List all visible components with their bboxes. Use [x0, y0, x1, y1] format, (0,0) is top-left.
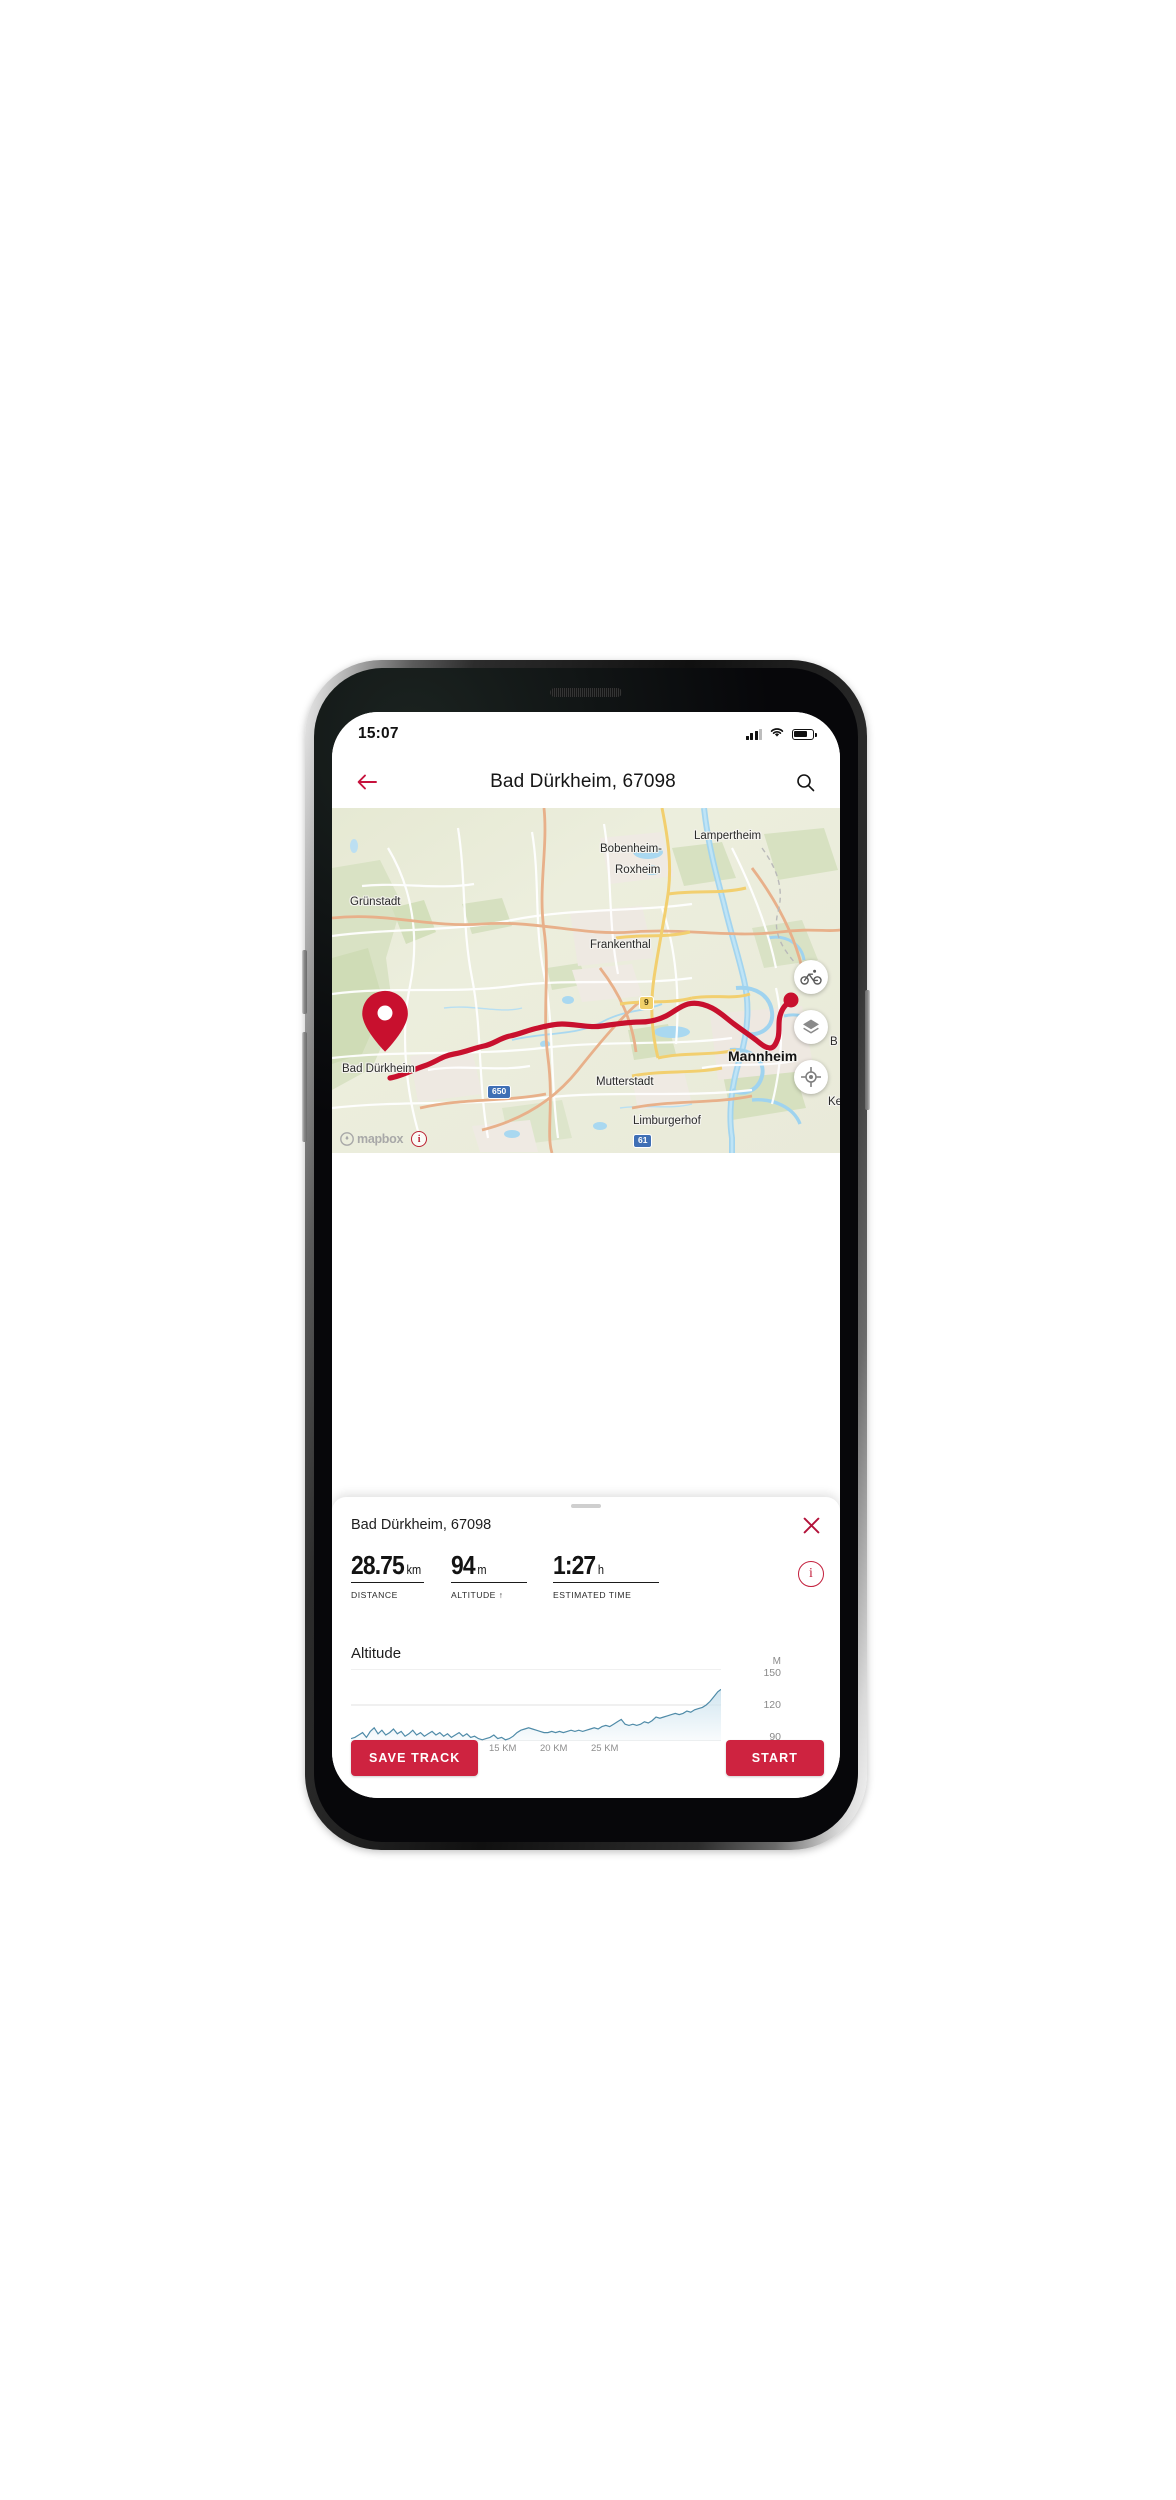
altitude-profile-svg: [351, 1669, 721, 1741]
stat-distance-value: 28.75 km: [351, 1550, 439, 1580]
altitude-area-fill: [351, 1689, 721, 1741]
stat-rule: [351, 1582, 424, 1584]
bicycle-icon: [800, 969, 822, 985]
stat-unit-text: h: [597, 1563, 605, 1577]
signal-bars-icon: [745, 728, 762, 740]
stat-time-label: ESTIMATED TIME: [553, 1590, 632, 1601]
stat-unit-text: m: [477, 1563, 487, 1577]
altitude-chart-title: Altitude: [351, 1645, 402, 1662]
stat-value-text: 1:27: [553, 1550, 596, 1580]
stat-rule: [451, 1582, 527, 1584]
mapbox-wordmark: mapbox: [357, 1132, 404, 1146]
save-track-button[interactable]: SAVE TRACK: [351, 1740, 479, 1776]
stat-value-text: 28.75: [351, 1550, 405, 1580]
crosshair-icon: [801, 1067, 821, 1087]
status-bar: 15:07: [332, 712, 840, 756]
info-button[interactable]: i: [798, 1561, 824, 1587]
map-attribution: mapbox i: [340, 1131, 428, 1147]
stat-distance: 28.75 km DISTANCE: [351, 1550, 451, 1601]
search-button[interactable]: [788, 765, 822, 799]
altitude-y-axis: M 150 120 90: [727, 1656, 785, 1747]
stat-unit-text: km: [406, 1563, 422, 1577]
volume-down-button[interactable]: [302, 1032, 307, 1142]
battery-icon: [792, 728, 817, 740]
earpiece-speaker-icon: [550, 688, 622, 697]
stat-rule: [553, 1582, 659, 1584]
phone-bezel: 15:07 Bad Dürkheim, 67098 Lampertheim Bo…: [314, 668, 858, 1842]
route-stats: 28.75km DISTANCE 94m ALTITUDE ↑ 1:27h: [351, 1550, 785, 1601]
y-tick: 120: [763, 1699, 781, 1711]
route-detail-sheet: Bad Dürkheim, 67098 28.75 km DISTANCE 94…: [332, 1497, 840, 1798]
close-button[interactable]: [798, 1512, 824, 1538]
bike-mode-button[interactable]: [794, 960, 828, 994]
phone-device-frame: 15:07 Bad Dürkheim, 67098 Lampertheim Bo…: [302, 660, 870, 1850]
close-icon: [803, 1517, 819, 1533]
mapbox-mark-icon: [340, 1132, 354, 1146]
altitude-y-unit: M: [772, 1656, 781, 1667]
sheet-action-bar: SAVE TRACK START: [351, 1740, 824, 1776]
stat-estimated-time: 1:27 h ESTIMATED TIME: [553, 1550, 675, 1601]
stat-time-value: 1:27 h: [553, 1550, 660, 1580]
map-view[interactable]: Lampertheim Bobenheim- Roxheim Grünstadt…: [332, 808, 840, 1153]
stat-distance-label: DISTANCE: [351, 1590, 398, 1601]
stat-value-text: 94: [451, 1550, 476, 1580]
phone-screen: 15:07 Bad Dürkheim, 67098 Lampertheim Bo…: [332, 712, 840, 1798]
stat-altitude: 94 m ALTITUDE ↑: [451, 1550, 553, 1601]
status-bar-time: 15:07: [358, 725, 399, 742]
road-shield: 9: [639, 996, 654, 1010]
sheet-title: Bad Dürkheim, 67098: [351, 1517, 492, 1533]
layers-icon: [803, 1019, 819, 1034]
volume-up-button[interactable]: [302, 950, 307, 1014]
wifi-icon: [769, 725, 785, 743]
power-button[interactable]: [865, 990, 870, 1110]
page-title: Bad Dürkheim, 67098: [490, 771, 676, 792]
altitude-chart-plot: [351, 1669, 721, 1741]
mapbox-logo[interactable]: mapbox: [340, 1132, 403, 1146]
locate-me-button[interactable]: [794, 1060, 828, 1094]
road-shield: 650: [487, 1085, 512, 1099]
sheet-drag-handle[interactable]: [571, 1504, 601, 1508]
stat-altitude-label: ALTITUDE ↑: [451, 1590, 504, 1601]
road-shield: 61: [633, 1134, 653, 1148]
status-bar-icons: [745, 725, 817, 743]
map-info-icon[interactable]: i: [411, 1131, 428, 1147]
app-header: Bad Dürkheim, 67098: [332, 756, 840, 808]
screenshot-canvas: 15:07 Bad Dürkheim, 67098 Lampertheim Bo…: [0, 0, 1176, 2500]
stat-altitude-value: 94 m: [451, 1550, 541, 1580]
map-layers-button[interactable]: [794, 1010, 828, 1044]
map-tiles: [332, 808, 840, 1153]
y-tick: 150: [763, 1667, 781, 1679]
start-button[interactable]: START: [725, 1740, 824, 1776]
